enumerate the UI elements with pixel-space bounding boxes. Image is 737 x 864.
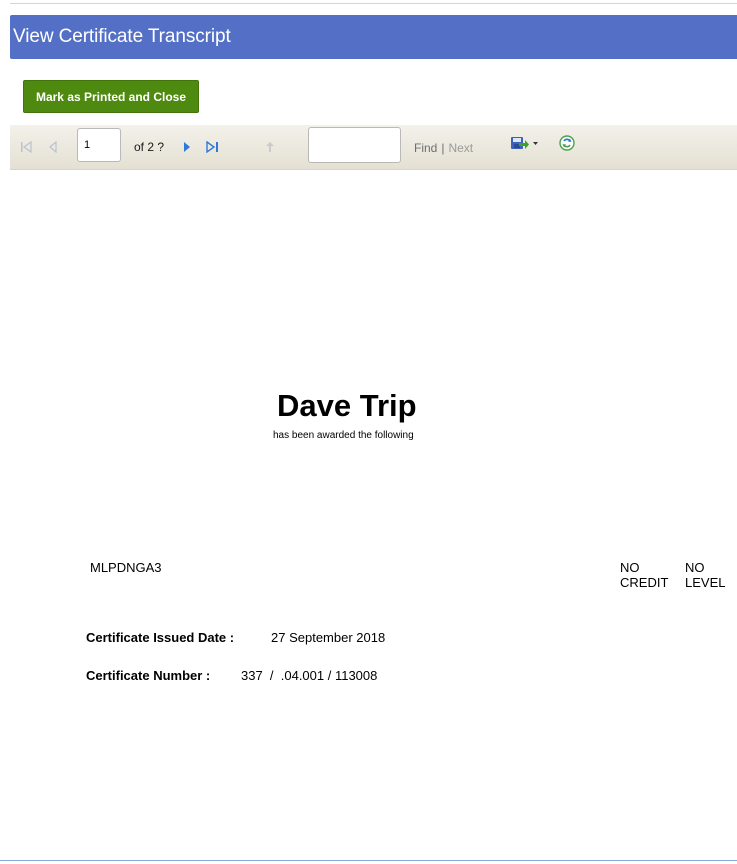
previous-page-icon[interactable] [46, 139, 60, 155]
bottom-divider [0, 860, 737, 861]
credit-value: NO CREDIT [620, 560, 669, 590]
back-icon[interactable] [263, 139, 277, 155]
issued-date-label: Certificate Issued Date : [86, 630, 235, 645]
find-input[interactable] [308, 127, 401, 163]
refresh-icon[interactable] [558, 135, 576, 151]
page-title: View Certificate Transcript [13, 26, 231, 47]
mark-as-printed-button[interactable]: Mark as Printed and Close [23, 80, 199, 113]
next-page-icon[interactable] [181, 139, 193, 155]
export-icon[interactable] [508, 135, 540, 151]
report-page: Dave Trip has been awarded the following… [0, 170, 737, 860]
first-page-icon[interactable] [19, 139, 33, 155]
report-viewer-toolbar: of 2 ? Find |Next [10, 125, 737, 170]
certificate-number-label: Certificate Number : [86, 668, 211, 683]
find-next-link[interactable]: Next [448, 141, 473, 155]
find-controls: Find | Next [414, 141, 473, 155]
certificate-number-value: 337 / .04.001 / 113008 [241, 668, 378, 683]
page-count-label: of 2 ? [134, 140, 165, 154]
page-number-input[interactable] [77, 128, 121, 162]
find-separator: | [441, 141, 445, 155]
unit-code: MLPDNGA3 [90, 560, 162, 575]
page-header: View Certificate Transcript [10, 15, 737, 59]
issued-date-value: 27 September 2018 [271, 630, 386, 645]
level-value: NO LEVEL [685, 560, 726, 590]
top-divider [10, 3, 737, 4]
find-link[interactable]: Find [414, 141, 437, 155]
awarded-statement: has been awarded the following [273, 430, 414, 441]
last-page-icon[interactable] [205, 139, 221, 155]
recipient-name: Dave Trip [277, 388, 417, 423]
